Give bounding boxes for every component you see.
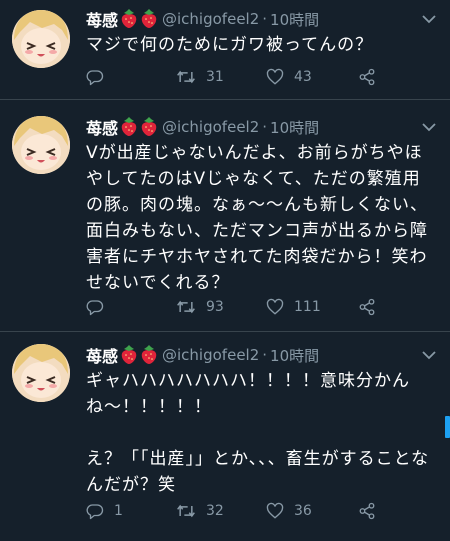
avatar[interactable] xyxy=(12,10,70,68)
tweet-header: 苺感 @ichigofeel2 · 10時間 xyxy=(86,342,410,368)
display-name[interactable]: 苺感 xyxy=(86,343,118,367)
scrollbar-thumb[interactable] xyxy=(445,416,450,438)
timestamp[interactable]: 10時間 xyxy=(270,117,319,138)
retweet-count: 31 xyxy=(206,69,224,85)
tweet-header: 苺感 @ichigofeel2 · 10時間 xyxy=(86,114,410,140)
share-button[interactable] xyxy=(358,502,376,520)
tweet-text: マジで何のためにガワ被ってんの？ xyxy=(86,35,374,55)
timeline: 苺感 @ichigofeel2 · 10時間 マジで何のためにガワ被ってんの？ … xyxy=(0,0,450,541)
strawberry-icon xyxy=(120,9,138,29)
display-name[interactable]: 苺感 xyxy=(86,7,118,31)
retweet-button[interactable]: 31 xyxy=(176,68,224,86)
separator-dot: · xyxy=(262,346,268,364)
avatar[interactable] xyxy=(12,116,70,174)
like-button[interactable]: 111 xyxy=(266,298,321,316)
like-icon xyxy=(266,298,284,315)
strawberry-icon xyxy=(140,117,158,137)
reply-button[interactable] xyxy=(86,68,114,86)
share-icon xyxy=(359,298,375,316)
action-bar: 93 111 xyxy=(86,296,386,318)
like-count: 43 xyxy=(294,69,312,85)
timestamp[interactable]: 10時間 xyxy=(270,9,319,30)
like-icon xyxy=(266,68,284,85)
retweet-icon xyxy=(177,504,195,518)
separator-dot: · xyxy=(262,118,268,136)
reply-count: 1 xyxy=(114,503,123,519)
like-button[interactable]: 43 xyxy=(266,68,312,86)
handle[interactable]: @ichigofeel2 xyxy=(162,118,259,136)
tweet[interactable]: 苺感 @ichigofeel2 · 10時間 マジで何のためにガワ被ってんの？ … xyxy=(0,0,450,100)
like-button[interactable]: 36 xyxy=(266,502,312,520)
retweet-button[interactable]: 32 xyxy=(176,502,224,520)
tweet-text: ギャハハハハハハハ！！！！意味分かんね〜！！！！！ え？「「出産」」とか、、、畜… xyxy=(86,371,430,495)
action-bar: 31 43 xyxy=(86,66,386,88)
action-bar: 1 32 36 xyxy=(86,500,386,522)
reply-icon xyxy=(86,300,104,316)
reply-button[interactable] xyxy=(86,298,114,316)
handle[interactable]: @ichigofeel2 xyxy=(162,10,259,28)
share-icon xyxy=(359,502,375,520)
share-button[interactable] xyxy=(358,68,376,86)
share-button[interactable] xyxy=(358,298,376,316)
like-count: 111 xyxy=(294,299,321,315)
share-icon xyxy=(359,68,375,86)
retweet-button[interactable]: 93 xyxy=(176,298,224,316)
retweet-icon xyxy=(177,300,195,314)
tweet[interactable]: 苺感 @ichigofeel2 · 10時間 Vが出産じゃないんだよ、お前らがち… xyxy=(0,100,450,332)
tweet-text: Vが出産じゃないんだよ、お前らがちやほやしてたのはVじゃなくて、ただの繁殖用の豚… xyxy=(86,143,428,293)
separator-dot: · xyxy=(262,10,268,28)
avatar[interactable] xyxy=(12,344,70,402)
strawberry-icon xyxy=(120,117,138,137)
tweet[interactable]: 苺感 @ichigofeel2 · 10時間 ギャハハハハハハハ！！！！意味分か… xyxy=(0,332,450,541)
chevron-down-icon[interactable] xyxy=(420,10,438,28)
strawberry-icon xyxy=(120,345,138,365)
timestamp[interactable]: 10時間 xyxy=(270,345,319,366)
handle[interactable]: @ichigofeel2 xyxy=(162,346,259,364)
like-icon xyxy=(266,502,284,519)
chevron-down-icon[interactable] xyxy=(420,346,438,364)
reply-button[interactable]: 1 xyxy=(86,502,123,520)
display-name[interactable]: 苺感 xyxy=(86,115,118,139)
reply-icon xyxy=(86,504,104,520)
retweet-count: 32 xyxy=(206,503,224,519)
chevron-down-icon[interactable] xyxy=(420,118,438,136)
strawberry-icon xyxy=(140,9,158,29)
retweet-count: 93 xyxy=(206,299,224,315)
tweet-header: 苺感 @ichigofeel2 · 10時間 xyxy=(86,6,410,32)
strawberry-icon xyxy=(140,345,158,365)
reply-icon xyxy=(86,70,104,86)
retweet-icon xyxy=(177,70,195,84)
like-count: 36 xyxy=(294,503,312,519)
